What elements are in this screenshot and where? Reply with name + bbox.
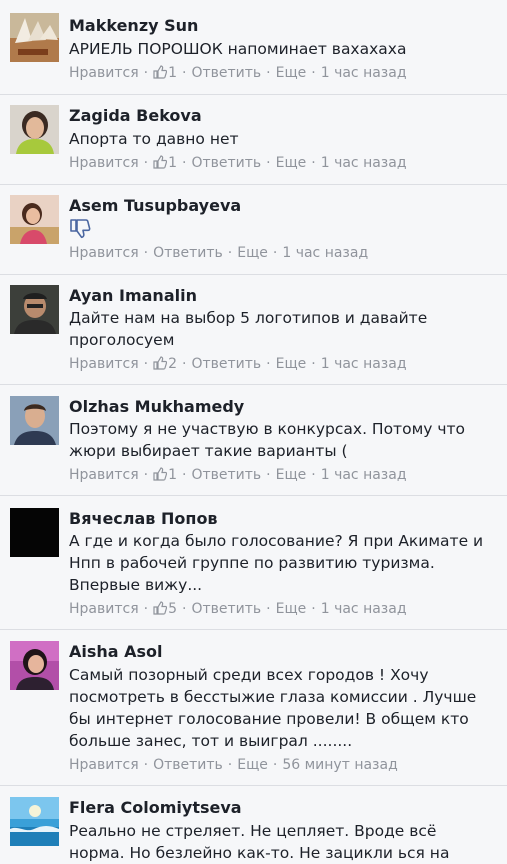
comment-text: Реально не стреляет. Не цепляет. Вроде в… (69, 822, 450, 862)
thumbs-up-icon (153, 155, 168, 169)
avatar[interactable] (10, 105, 59, 154)
comment: Olzhas Mukhamedy Поэтому я не участвую в… (0, 384, 507, 495)
more-link[interactable]: Еще (276, 356, 307, 372)
reply-link[interactable]: Ответить (191, 155, 261, 171)
comment: Flera Colomiytseva Реально не стреляет. … (0, 785, 507, 862)
comment: Zagida Bekova Апорта то давно нет Нравит… (0, 94, 507, 184)
like-link[interactable]: Нравится (69, 757, 139, 773)
timestamp[interactable]: 1 час назад (321, 155, 407, 171)
like-count: 1 (153, 155, 177, 171)
comment-actions: Нравится · 1 · Ответить · Еще · 1 час назад (69, 65, 407, 81)
comment-author[interactable]: Ayan Imanalin (69, 286, 197, 305)
comment: Asem Tusupbayeva Нравится · Ответить · Еще · 1… (0, 184, 507, 274)
comment-text: А где и когда было голосование? Я при Ак… (69, 532, 484, 594)
avatar[interactable] (10, 13, 59, 62)
more-link[interactable]: Еще (237, 757, 268, 773)
like-count: 2 (153, 356, 177, 372)
comment: Вячеслав Попов А где и когда было голосо… (0, 495, 507, 629)
comment-text: Поэтому я не участвую в конкурсах. Потом… (69, 420, 466, 460)
comment: Aisha Asol Самый позорный среди всех гор… (0, 629, 507, 785)
comment-actions: Нравится · 5 · Ответить · Еще · 1 час назад (69, 601, 407, 617)
avatar[interactable] (10, 641, 59, 690)
timestamp[interactable]: 1 час назад (321, 601, 407, 617)
reply-link[interactable]: Ответить (153, 757, 223, 773)
thumbs-up-icon (153, 65, 168, 79)
thumbs-down-icon (70, 219, 91, 239)
comment-author[interactable]: Flera Colomiytseva (69, 798, 242, 817)
comment-actions: Нравится · Ответить · Еще · 56 минут назад (69, 757, 398, 773)
comment-author[interactable]: Makkenzy Sun (69, 16, 198, 35)
more-link[interactable]: Еще (237, 245, 268, 261)
more-link[interactable]: Еще (276, 601, 307, 617)
comment-text: Дайте нам на выбор 5 логотипов и давайте… (69, 309, 428, 349)
comment-author[interactable]: Aisha Asol (69, 642, 163, 661)
like-link[interactable]: Нравится (69, 467, 139, 483)
thumbs-up-icon (153, 467, 168, 481)
avatar[interactable] (10, 396, 59, 445)
comments-feed: Makkenzy Sun АРИЕЛЬ ПОРОШОК напоминает в… (0, 0, 507, 862)
timestamp[interactable]: 56 минут назад (282, 757, 397, 773)
comment-text: Самый позорный среди всех городов ! Хочу… (69, 666, 477, 750)
comment-actions: Нравится · Ответить · Еще · 1 час назад (69, 245, 369, 261)
avatar[interactable] (10, 797, 59, 846)
like-count: 5 (153, 601, 177, 617)
more-link[interactable]: Еще (276, 155, 307, 171)
thumbs-up-icon (153, 601, 168, 615)
like-link[interactable]: Нравится (69, 245, 139, 261)
more-link[interactable]: Еще (276, 467, 307, 483)
comment-author[interactable]: Zagida Bekova (69, 106, 202, 125)
timestamp[interactable]: 1 час назад (321, 356, 407, 372)
like-link[interactable]: Нравится (69, 155, 139, 171)
avatar[interactable] (10, 195, 59, 244)
reply-link[interactable]: Ответить (191, 467, 261, 483)
comment-author[interactable]: Вячеслав Попов (69, 509, 218, 528)
comment: Ayan Imanalin Дайте нам на выбор 5 логот… (0, 274, 507, 384)
reply-link[interactable]: Ответить (191, 356, 261, 372)
comment-text: АРИЕЛЬ ПОРОШОК напоминает вахахаха (69, 40, 407, 58)
comment-author[interactable]: Asem Tusupbayeva (69, 196, 241, 215)
reply-link[interactable]: Ответить (153, 245, 223, 261)
comment: Makkenzy Sun АРИЕЛЬ ПОРОШОК напоминает в… (0, 0, 507, 94)
reply-link[interactable]: Ответить (191, 65, 261, 81)
comment-actions: Нравится · 1 · Ответить · Еще · 1 час назад (69, 467, 407, 483)
comment-actions: Нравится · 2 · Ответить · Еще · 1 час назад (69, 356, 407, 372)
comment-author[interactable]: Olzhas Mukhamedy (69, 397, 244, 416)
timestamp[interactable]: 1 час назад (282, 245, 368, 261)
like-count: 1 (153, 467, 177, 483)
thumbs-up-icon (153, 356, 168, 370)
like-link[interactable]: Нравится (69, 601, 139, 617)
comment-actions: Нравится · 1 · Ответить · Еще · 1 час назад (69, 155, 407, 171)
like-link[interactable]: Нравится (69, 65, 139, 81)
timestamp[interactable]: 1 час назад (321, 65, 407, 81)
like-link[interactable]: Нравится (69, 356, 139, 372)
avatar[interactable] (10, 285, 59, 334)
reply-link[interactable]: Ответить (191, 601, 261, 617)
like-count: 1 (153, 65, 177, 81)
more-link[interactable]: Еще (276, 65, 307, 81)
avatar[interactable] (10, 508, 59, 557)
comment-text: Апорта то давно нет (69, 130, 239, 148)
timestamp[interactable]: 1 час назад (321, 467, 407, 483)
